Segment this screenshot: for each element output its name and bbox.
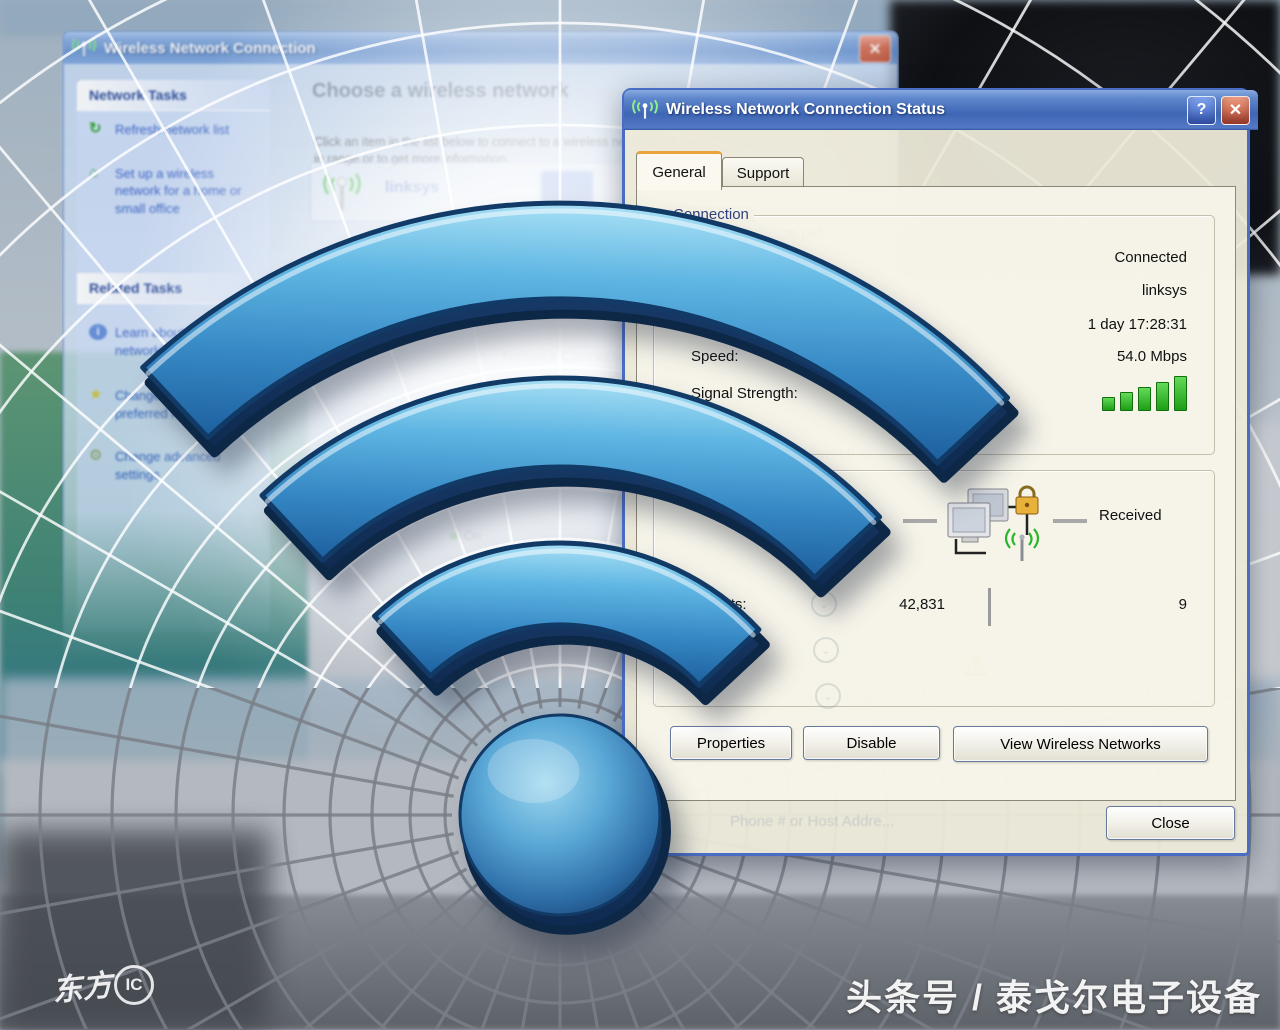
window-title: Wireless Network Connection	[104, 40, 316, 57]
dialog-title: Wireless Network Connection Status	[666, 101, 1182, 119]
received-dash	[1053, 519, 1087, 523]
antenna-icon	[323, 170, 361, 214]
watermark-dongfang-ic: 东方 IC	[52, 963, 154, 1007]
speed-label: Speed:	[691, 348, 739, 365]
network-activity-icon	[938, 483, 1048, 583]
sent-dash	[903, 519, 937, 523]
dialog-close-button[interactable]: ✕	[1221, 96, 1250, 125]
network-item-name: linksys	[385, 179, 439, 197]
connection-group-label: Connection	[668, 206, 754, 223]
task-change-advanced-settings[interactable]: ⚙ Change advanced settings	[77, 438, 270, 487]
speed-value: 54.0 Mbps	[925, 348, 1187, 365]
packets-received-value: 9	[1095, 596, 1187, 613]
info-icon: i	[89, 324, 107, 340]
ghost-chevron-icon: ⌄	[815, 683, 841, 709]
ghost-chevron-icon: ⌄	[813, 637, 839, 663]
ghost-phone-host-text: Phone # or Host Addre...	[730, 813, 894, 830]
ghost-on-indicator: On	[450, 528, 481, 543]
ghost-network-connection: Network Connection	[502, 348, 637, 365]
received-label: Received	[1099, 507, 1162, 524]
task-learn-about-wireless[interactable]: i Learn about wireless networking	[77, 314, 270, 363]
router-icon: ⌂	[89, 165, 107, 218]
packets-divider	[988, 588, 991, 626]
tab-support[interactable]: Support	[722, 157, 804, 188]
network-list-item[interactable]: linksys	[310, 162, 647, 222]
watermark-toutiao: 头条号 / 泰戈尔电子设备	[846, 969, 1262, 1021]
ghost-chevron-icon: ⌄	[811, 591, 837, 617]
view-wireless-networks-button[interactable]: View Wireless Networks	[953, 726, 1208, 762]
network-item-thumbnail	[541, 171, 593, 207]
gear-icon: ⚙	[89, 448, 107, 483]
task-refresh-network-list[interactable]: ↻ Refresh network list	[77, 111, 270, 143]
signal-strength-bars	[1095, 375, 1187, 411]
tab-general[interactable]: General	[636, 151, 722, 190]
status-value: Connected	[925, 249, 1187, 266]
signal-strength-label: Signal Strength:	[691, 385, 798, 402]
refresh-icon: ↻	[89, 121, 107, 139]
network-tasks-header[interactable]: Network Tasks	[77, 80, 270, 111]
window-titlebar[interactable]: Wireless Network Connection ✕	[64, 32, 897, 64]
network-value: linksys	[925, 282, 1187, 299]
choose-network-heading: Choose a wireless network	[312, 80, 569, 103]
wireless-icon	[632, 99, 658, 121]
activity-groupbox: Activity	[653, 470, 1215, 707]
help-button[interactable]: ?	[1187, 96, 1216, 125]
wireless-icon	[72, 38, 96, 58]
task-change-preferred-order[interactable]: ★ Change the order of preferred networks	[77, 377, 270, 426]
wireless-status-dialog: Wireless Network Connection Status ? ✕ G…	[622, 88, 1250, 856]
status-label: Status:	[691, 249, 738, 266]
duration-value: 1 day 17:28:31	[925, 316, 1187, 333]
green-dot-icon	[450, 532, 458, 540]
sent-label: Sent	[847, 507, 878, 524]
window-close-button[interactable]: ✕	[859, 35, 891, 63]
dialog-titlebar[interactable]: Wireless Network Connection Status ? ✕	[624, 90, 1258, 130]
activity-group-label: Activity	[668, 461, 726, 478]
lock-shackle	[1020, 487, 1034, 497]
task-panel: Network Tasks ↻ Refresh network list ⌂ S…	[77, 80, 270, 632]
task-setup-wireless-network[interactable]: ⌂ Set up a wireless network for a home o…	[77, 155, 270, 222]
related-tasks-header[interactable]: Related Tasks	[77, 273, 270, 304]
duration-label: Duration:	[691, 316, 752, 333]
network-label: Network:	[691, 282, 750, 299]
properties-button[interactable]: Properties	[670, 726, 792, 760]
disable-button[interactable]: Disable	[803, 726, 940, 760]
packets-label: Packets:	[689, 596, 747, 613]
star-icon: ★	[89, 387, 107, 422]
close-button[interactable]: Close	[1106, 806, 1235, 840]
